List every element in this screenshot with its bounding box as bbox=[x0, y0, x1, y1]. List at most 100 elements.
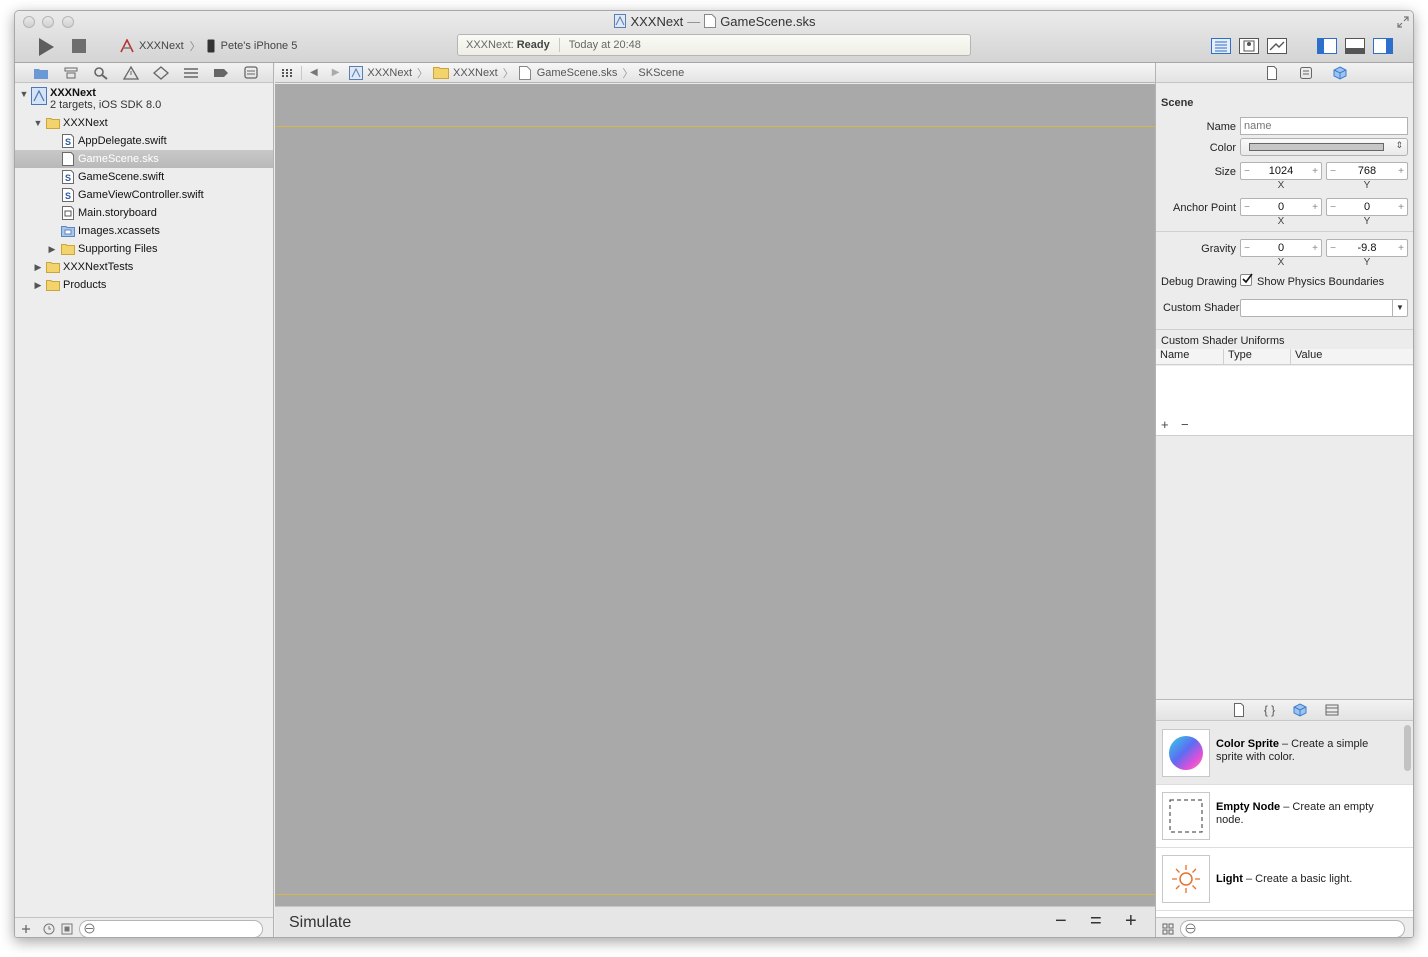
library-item-light[interactable]: Light – Create a basic light. bbox=[1156, 848, 1413, 911]
grid-view-icon[interactable] bbox=[1162, 923, 1174, 935]
uniforms-table[interactable]: + − bbox=[1156, 366, 1413, 436]
chevron-down-icon[interactable]: ▼ bbox=[1392, 300, 1407, 316]
tree-item-xxxnexttests[interactable]: ▶ XXXNextTests bbox=[15, 258, 273, 276]
related-items-grid-icon[interactable] bbox=[281, 68, 293, 78]
debug-navigator-icon[interactable] bbox=[183, 66, 199, 80]
breadcrumb-item[interactable]: GameScene.sks bbox=[537, 67, 618, 79]
version-editor-icon[interactable] bbox=[1267, 38, 1287, 54]
gravity-x-stepper[interactable]: − 0 + bbox=[1240, 239, 1322, 257]
tree-item-xxxnext-folder[interactable]: ▼ XXXNext bbox=[15, 114, 273, 132]
column-header-name[interactable]: Name bbox=[1156, 349, 1224, 364]
scheme-selector[interactable]: XXXNext 〉 Pete's iPhone 5 bbox=[119, 38, 297, 54]
toggle-utilities-icon[interactable] bbox=[1373, 38, 1393, 54]
issue-warning-icon[interactable] bbox=[123, 65, 139, 80]
toolbar: XXXNext — GameScene.sks XXXNext 〉 Pete's i… bbox=[15, 11, 1413, 63]
library-item-text: Empty Node – Create an empty node. bbox=[1216, 801, 1396, 827]
increment-icon[interactable]: + bbox=[1395, 166, 1407, 177]
anchor-y-stepper[interactable]: − 0 + bbox=[1326, 198, 1408, 216]
svg-text:S: S bbox=[65, 137, 71, 147]
tree-item-appdelegate[interactable]: S AppDelegate.swift bbox=[15, 132, 273, 150]
forward-arrow-icon[interactable]: ▶ bbox=[332, 67, 340, 78]
folder-navigator-icon[interactable] bbox=[33, 66, 49, 80]
symbol-navigator-icon[interactable] bbox=[63, 66, 79, 80]
tree-item-project[interactable]: ▼ XXXNext 2 targets, iOS SDK 8.0 bbox=[15, 84, 273, 114]
toggle-navigator-icon[interactable] bbox=[1317, 38, 1337, 54]
file-template-icon[interactable] bbox=[1232, 703, 1246, 717]
scene-canvas[interactable] bbox=[275, 84, 1155, 906]
add-icon[interactable] bbox=[21, 924, 31, 934]
quick-help-icon[interactable] bbox=[1299, 66, 1313, 80]
size-x-stepper[interactable]: − 1024 + bbox=[1240, 162, 1322, 180]
remove-uniform-button[interactable]: − bbox=[1181, 417, 1189, 432]
increment-icon[interactable]: + bbox=[1395, 243, 1407, 254]
custom-shader-uniforms-title: Custom Shader Uniforms bbox=[1161, 335, 1285, 347]
size-y-stepper[interactable]: − 768 + bbox=[1326, 162, 1408, 180]
section-title-scene: Scene bbox=[1161, 97, 1194, 109]
name-input[interactable] bbox=[1240, 117, 1408, 135]
color-well[interactable]: ⇕ bbox=[1240, 138, 1408, 156]
recent-files-clock-icon[interactable] bbox=[43, 923, 55, 935]
navigator-filter-input[interactable] bbox=[79, 919, 263, 937]
source-control-filter-icon[interactable] bbox=[61, 923, 73, 935]
stop-button[interactable] bbox=[72, 39, 86, 53]
file-inspector-icon[interactable] bbox=[1265, 65, 1279, 80]
fullscreen-icon[interactable] bbox=[1397, 16, 1409, 28]
decrement-icon[interactable]: − bbox=[1327, 202, 1339, 213]
disclosure-closed-icon[interactable]: ▶ bbox=[33, 262, 43, 273]
disclosure-closed-icon[interactable]: ▶ bbox=[33, 280, 43, 291]
toggle-debug-area-icon[interactable] bbox=[1345, 38, 1365, 54]
zoom-reset-button[interactable]: = bbox=[1090, 910, 1102, 933]
decrement-icon[interactable]: − bbox=[1327, 166, 1339, 177]
library-scrollbar[interactable] bbox=[1404, 725, 1411, 771]
search-icon[interactable] bbox=[93, 66, 109, 80]
simulate-button[interactable]: Simulate bbox=[289, 914, 351, 932]
decrement-icon[interactable]: − bbox=[1327, 243, 1339, 254]
decrement-icon[interactable]: − bbox=[1241, 202, 1253, 213]
decrement-icon[interactable]: − bbox=[1241, 243, 1253, 254]
test-navigator-icon[interactable] bbox=[153, 65, 169, 80]
increment-icon[interactable]: + bbox=[1309, 243, 1321, 254]
disclosure-open-icon[interactable]: ▼ bbox=[33, 118, 43, 128]
gravity-y-stepper[interactable]: − -9.8 + bbox=[1326, 239, 1408, 257]
tree-item-supporting-files[interactable]: ▶ Supporting Files bbox=[15, 240, 273, 258]
attributes-inspector-cube-icon[interactable] bbox=[1333, 65, 1347, 80]
zoom-out-button[interactable]: − bbox=[1055, 910, 1067, 933]
breadcrumb-item[interactable]: XXXNext bbox=[453, 67, 498, 79]
storyboard-file-icon bbox=[62, 206, 74, 220]
library-item-color-sprite[interactable]: Color Sprite – Create a simple sprite wi… bbox=[1156, 722, 1413, 785]
scene-bounds-bottom bbox=[275, 894, 1155, 895]
tree-item-main-storyboard[interactable]: Main.storyboard bbox=[15, 204, 273, 222]
back-arrow-icon[interactable]: ◀ bbox=[310, 67, 318, 78]
size-y-axis-label: Y bbox=[1363, 180, 1371, 191]
breadcrumb-item[interactable]: SKScene bbox=[638, 67, 684, 79]
add-uniform-button[interactable]: + bbox=[1161, 417, 1169, 432]
code-snippet-braces-icon[interactable]: { } bbox=[1264, 703, 1275, 717]
breakpoint-icon[interactable] bbox=[213, 66, 229, 80]
tree-item-gamescene-sks[interactable]: GameScene.sks bbox=[15, 150, 273, 168]
tree-item-gamescene-swift[interactable]: S GameScene.swift bbox=[15, 168, 273, 186]
increment-icon[interactable]: + bbox=[1395, 202, 1407, 213]
library-filter-input[interactable] bbox=[1180, 919, 1405, 937]
disclosure-open-icon[interactable]: ▼ bbox=[19, 89, 29, 99]
tree-item-images-xcassets[interactable]: Images.xcassets bbox=[15, 222, 273, 240]
run-button[interactable] bbox=[37, 37, 55, 57]
standard-editor-icon[interactable] bbox=[1211, 38, 1231, 54]
column-header-value[interactable]: Value bbox=[1291, 349, 1413, 364]
column-header-type[interactable]: Type bbox=[1224, 349, 1291, 364]
log-navigator-icon[interactable] bbox=[243, 65, 259, 80]
anchor-x-stepper[interactable]: − 0 + bbox=[1240, 198, 1322, 216]
assistant-editor-icon[interactable] bbox=[1239, 38, 1259, 54]
show-physics-checkbox[interactable] bbox=[1240, 273, 1253, 286]
decrement-icon[interactable]: − bbox=[1241, 166, 1253, 177]
media-library-icon[interactable] bbox=[1325, 703, 1339, 717]
zoom-in-button[interactable]: + bbox=[1125, 910, 1137, 933]
library-item-empty-node[interactable]: Empty Node – Create an empty node. bbox=[1156, 785, 1413, 848]
increment-icon[interactable]: + bbox=[1309, 166, 1321, 177]
tree-item-products[interactable]: ▶ Products bbox=[15, 276, 273, 294]
object-library-cube-icon[interactable] bbox=[1293, 703, 1307, 717]
disclosure-closed-icon[interactable]: ▶ bbox=[47, 244, 57, 255]
tree-item-gameviewcontroller[interactable]: S GameViewController.swift bbox=[15, 186, 273, 204]
custom-shader-combo[interactable]: ▼ bbox=[1240, 299, 1408, 317]
increment-icon[interactable]: + bbox=[1309, 202, 1321, 213]
breadcrumb-item[interactable]: XXXNext bbox=[367, 67, 412, 79]
